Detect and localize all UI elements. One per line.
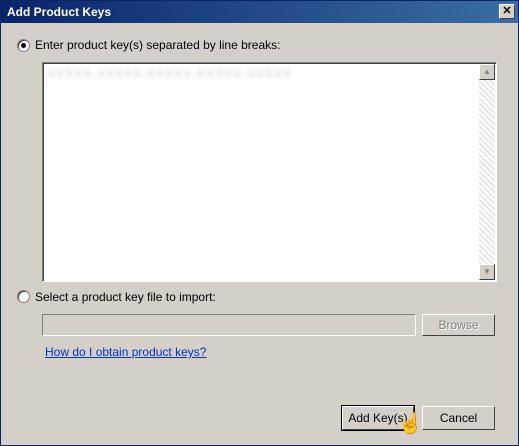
cancel-button[interactable]: Cancel: [422, 406, 495, 430]
enter-keys-label[interactable]: Enter product key(s) separated by line b…: [35, 38, 280, 52]
vertical-scrollbar[interactable]: ▲ ▼: [479, 64, 495, 280]
close-icon: ✕: [502, 5, 512, 17]
arrow-up-icon: ▲: [483, 67, 491, 76]
arrow-down-icon: ▼: [483, 267, 491, 276]
hand-pointer-icon: ☝: [398, 413, 423, 435]
key-file-path-input: [42, 314, 416, 336]
close-button[interactable]: ✕: [499, 4, 515, 19]
window-title: Add Product Keys: [7, 5, 112, 19]
scroll-down-button[interactable]: ▼: [479, 264, 495, 280]
import-file-radio[interactable]: [17, 290, 30, 303]
product-key-entry: XXXXX-XXXXX-XXXXX-XXXXX-XXXXX: [47, 67, 293, 81]
enter-keys-radio[interactable]: [17, 39, 30, 52]
obtain-keys-help-link[interactable]: How do I obtain product keys?: [45, 345, 206, 359]
add-product-keys-dialog: Add Product Keys ✕ Enter product key(s) …: [0, 0, 519, 446]
import-file-label[interactable]: Select a product key file to import:: [35, 290, 216, 304]
radio-selected-dot: [21, 43, 26, 48]
browse-button: Browse: [422, 314, 495, 336]
scroll-up-button[interactable]: ▲: [479, 64, 495, 80]
title-bar: Add Product Keys ✕: [1, 1, 518, 23]
product-keys-textarea[interactable]: XXXXX-XXXXX-XXXXX-XXXXX-XXXXX ▲ ▼: [42, 62, 497, 282]
